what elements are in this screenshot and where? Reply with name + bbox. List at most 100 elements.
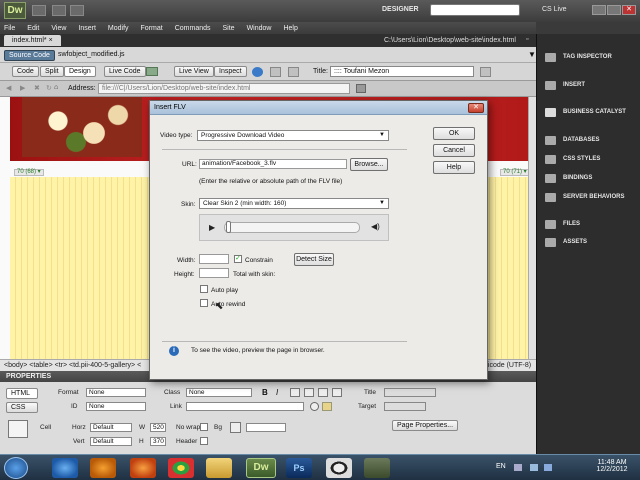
home-icon[interactable]: ⌂: [54, 84, 58, 91]
firefox-icon[interactable]: [130, 458, 156, 478]
forward-icon[interactable]: ▶: [20, 84, 25, 92]
live-view-button[interactable]: Live View: [174, 66, 214, 77]
language-indicator[interactable]: EN: [496, 463, 506, 470]
menu-format[interactable]: Format: [141, 25, 163, 32]
panel-bindings[interactable]: BINDINGS: [537, 174, 640, 183]
page-title-input[interactable]: :::: Toufani Mezon: [330, 66, 474, 77]
dialog-title-bar[interactable]: Insert FLV: [150, 101, 487, 115]
menu-edit[interactable]: Edit: [27, 25, 39, 32]
menu-view[interactable]: View: [51, 25, 66, 32]
network-icon[interactable]: [530, 464, 538, 471]
panel-business-catalyst[interactable]: BUSINESS CATALYST: [537, 108, 640, 117]
html-properties-button[interactable]: HTML: [6, 388, 38, 399]
bg-color-input[interactable]: [246, 423, 286, 432]
document-tab[interactable]: index.html* ×: [4, 35, 61, 46]
maximize-button[interactable]: [607, 5, 621, 15]
file-management-icon[interactable]: [270, 67, 281, 77]
auto-rewind-checkbox[interactable]: [200, 299, 208, 307]
cell-width-input[interactable]: 520: [150, 423, 166, 432]
constrain-checkbox[interactable]: ✓: [234, 255, 242, 263]
volume-tray-icon[interactable]: [544, 464, 552, 471]
browser-options-icon[interactable]: [356, 84, 366, 93]
workspace-switcher[interactable]: DESIGNER: [382, 6, 419, 13]
extend-icon[interactable]: [52, 5, 66, 16]
horz-select[interactable]: Default: [90, 423, 132, 432]
height-input[interactable]: [199, 268, 229, 278]
source-code-button[interactable]: Source Code: [4, 50, 55, 61]
detect-size-button[interactable]: Detect Size: [294, 253, 334, 266]
live-code-button[interactable]: Live Code: [104, 66, 146, 77]
panel-insert[interactable]: INSERT: [537, 81, 640, 90]
url-input[interactable]: animation/Facebook_3.flv: [199, 159, 347, 169]
class-select[interactable]: None: [186, 388, 252, 397]
menu-site[interactable]: Site: [223, 25, 235, 32]
indent-icon[interactable]: [332, 388, 342, 397]
close-button[interactable]: ✕: [622, 5, 636, 15]
refresh-icon[interactable]: ↻: [46, 84, 52, 92]
tag-selector[interactable]: <body> <table> <tr> <td.pii-400-5-galler…: [4, 362, 141, 369]
show-hidden-icons[interactable]: [514, 464, 522, 471]
start-button[interactable]: [4, 457, 28, 479]
video-type-select[interactable]: Progressive Download Video ▼: [197, 130, 389, 141]
clock[interactable]: 11:48 AM 12/2/2012: [592, 459, 632, 473]
menu-file[interactable]: File: [4, 25, 15, 32]
browser-preview-icon[interactable]: [252, 67, 263, 77]
panel-css-styles[interactable]: CSS STYLES: [537, 155, 640, 164]
restore-doc-icon[interactable]: ▫: [526, 36, 528, 43]
code-view-button[interactable]: Code: [12, 66, 39, 77]
auto-play-checkbox[interactable]: [200, 285, 208, 293]
point-to-file-icon[interactable]: [310, 402, 319, 411]
search-input[interactable]: [430, 4, 520, 16]
ordered-list-icon[interactable]: [304, 388, 314, 397]
tab-close-icon[interactable]: ×: [49, 37, 53, 44]
nowrap-checkbox[interactable]: [200, 423, 208, 431]
validate-icon[interactable]: [480, 67, 491, 77]
panel-tag-inspector[interactable]: TAG INSPECTOR: [537, 53, 640, 62]
menu-help[interactable]: Help: [283, 25, 297, 32]
unordered-list-icon[interactable]: [290, 388, 300, 397]
design-view-button[interactable]: Design: [64, 66, 96, 77]
address-input[interactable]: file:///C|/Users/Lion/Desktop/web-site/i…: [98, 83, 350, 94]
panel-files[interactable]: FILES: [537, 220, 640, 229]
target-select[interactable]: [384, 402, 426, 411]
stop-icon[interactable]: ✖: [34, 84, 40, 92]
bg-color-swatch[interactable]: [230, 422, 241, 433]
dreamweaver-taskbar-icon[interactable]: Dw: [246, 458, 276, 478]
css-properties-button[interactable]: CSS: [6, 402, 38, 413]
link-input[interactable]: [186, 402, 304, 411]
header-checkbox[interactable]: [200, 437, 208, 445]
vert-select[interactable]: Default: [90, 437, 132, 446]
page-properties-button[interactable]: Page Properties...: [392, 420, 459, 431]
back-icon[interactable]: ◀: [6, 84, 11, 92]
minimize-button[interactable]: [592, 5, 606, 15]
football-app-icon[interactable]: [326, 458, 352, 478]
skin-select[interactable]: Clear Skin 2 (min width: 160) ▼: [199, 198, 389, 209]
ie-icon[interactable]: [52, 458, 78, 478]
layout-icon[interactable]: [32, 5, 46, 16]
ok-button[interactable]: OK: [433, 127, 475, 140]
photoshop-icon[interactable]: Ps: [286, 458, 312, 478]
vertical-scrollbar[interactable]: [528, 97, 536, 359]
chrome-icon[interactable]: [168, 458, 194, 478]
dialog-close-button[interactable]: ✕: [468, 103, 484, 113]
width-input[interactable]: [199, 254, 229, 264]
live-code-icon[interactable]: [146, 67, 158, 76]
media-player-icon[interactable]: [90, 458, 116, 478]
id-select[interactable]: None: [86, 402, 146, 411]
split-view-button[interactable]: Split: [40, 66, 64, 77]
cell-height-input[interactable]: 370: [150, 437, 166, 446]
title-prop-input[interactable]: [384, 388, 436, 397]
filter-icon[interactable]: ▼: [528, 50, 536, 59]
related-file-link[interactable]: swfobject_modified.js: [58, 51, 125, 58]
panel-server-behaviors[interactable]: SERVER BEHAVIORS: [537, 193, 640, 202]
italic-button[interactable]: I: [276, 388, 278, 397]
inspect-button[interactable]: Inspect: [214, 66, 247, 77]
menu-window[interactable]: Window: [247, 25, 272, 32]
archive-app-icon[interactable]: [364, 458, 390, 478]
format-select[interactable]: None: [86, 388, 146, 397]
cancel-button[interactable]: Cancel: [433, 144, 475, 157]
menu-commands[interactable]: Commands: [175, 25, 211, 32]
browse-button[interactable]: Browse...: [350, 158, 388, 171]
browse-folder-icon[interactable]: [322, 402, 332, 411]
site-icon[interactable]: [70, 5, 84, 16]
